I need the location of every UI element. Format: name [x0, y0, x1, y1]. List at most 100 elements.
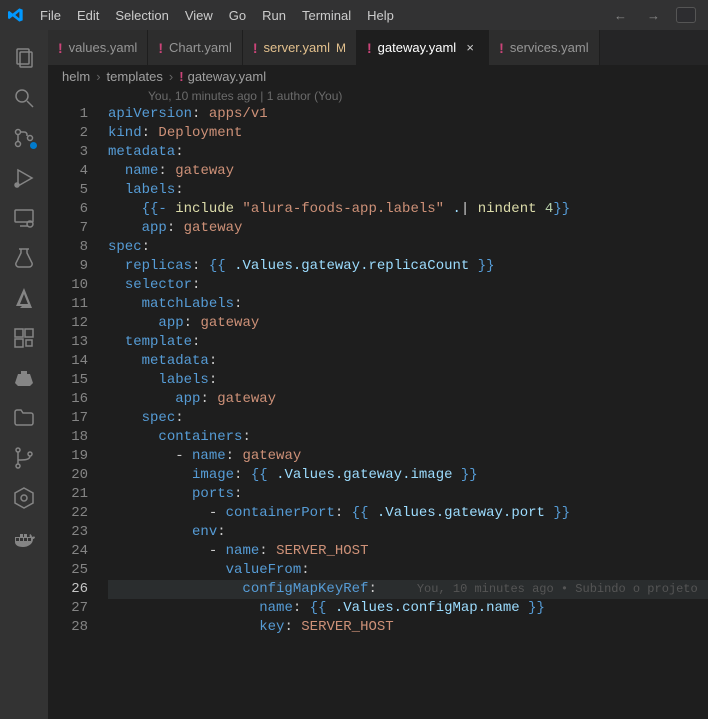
code-line[interactable]: labels:	[108, 181, 708, 200]
code-line[interactable]: app: gateway	[108, 314, 708, 333]
code-line[interactable]: configMapKeyRef:You, 10 minutes ago • Su…	[108, 580, 708, 599]
code-line[interactable]: - name: SERVER_HOST	[108, 542, 708, 561]
code-line[interactable]: spec:	[108, 409, 708, 428]
line-number: 25	[48, 561, 88, 580]
yaml-file-icon: !	[158, 40, 163, 56]
tab-label: services.yaml	[510, 40, 589, 55]
inline-git-blame: You, 10 minutes ago • Subindo o projeto	[377, 582, 698, 596]
code-line[interactable]: - name: gateway	[108, 447, 708, 466]
line-number: 7	[48, 219, 88, 238]
code-line[interactable]: {{- include "alura-foods-app.labels" .| …	[108, 200, 708, 219]
code-line[interactable]: kind: Deployment	[108, 124, 708, 143]
breadcrumb[interactable]: helm › templates › ! gateway.yaml	[48, 65, 708, 87]
tab-gateway-yaml[interactable]: !gateway.yaml×	[357, 30, 489, 65]
menu-item-go[interactable]: Go	[221, 0, 254, 30]
code-editor[interactable]: 1234567891011121314151617181920212223242…	[48, 105, 708, 719]
menu-item-run[interactable]: Run	[254, 0, 294, 30]
azure-icon[interactable]	[0, 278, 48, 318]
editor-area: ! values.yaml! Chart.yaml! server.yaml M! gat…	[48, 30, 708, 719]
code-line[interactable]: metadata:	[108, 143, 708, 162]
menu-item-edit[interactable]: Edit	[69, 0, 107, 30]
tab-label: values.yaml	[69, 40, 138, 55]
line-number: 15	[48, 371, 88, 390]
line-number: 2	[48, 124, 88, 143]
line-number: 23	[48, 523, 88, 542]
line-number: 1	[48, 105, 88, 124]
modified-indicator: M	[336, 41, 346, 55]
tab-server-yaml[interactable]: ! server.yaml M	[243, 30, 357, 65]
ship-icon[interactable]	[0, 358, 48, 398]
code-line[interactable]: - containerPort: {{ .Values.gateway.port…	[108, 504, 708, 523]
tab-label: server.yaml	[264, 40, 330, 55]
close-icon[interactable]: ×	[462, 40, 478, 56]
yaml-file-icon: !	[58, 40, 63, 56]
run-debug-icon[interactable]	[0, 158, 48, 198]
git-branch-icon[interactable]	[0, 438, 48, 478]
code-line[interactable]: app: gateway	[108, 390, 708, 409]
tab-Chart-yaml[interactable]: ! Chart.yaml	[148, 30, 243, 65]
source-control-icon[interactable]	[0, 118, 48, 158]
folder-icon[interactable]	[0, 398, 48, 438]
line-number: 27	[48, 599, 88, 618]
line-number: 21	[48, 485, 88, 504]
code-line[interactable]: key: SERVER_HOST	[108, 618, 708, 637]
menu-item-file[interactable]: File	[32, 0, 69, 30]
breadcrumb-part[interactable]: gateway.yaml	[188, 69, 267, 84]
code-line[interactable]: matchLabels:	[108, 295, 708, 314]
code-line[interactable]: name: gateway	[108, 162, 708, 181]
menu-item-help[interactable]: Help	[359, 0, 402, 30]
yaml-file-icon: !	[253, 40, 258, 56]
line-number: 22	[48, 504, 88, 523]
code-line[interactable]: ports:	[108, 485, 708, 504]
code-line[interactable]: containers:	[108, 428, 708, 447]
tab-values-yaml[interactable]: ! values.yaml	[48, 30, 148, 65]
layout-toggle-icon[interactable]	[676, 7, 696, 23]
line-number: 13	[48, 333, 88, 352]
code-line[interactable]: spec:	[108, 238, 708, 257]
line-number: 16	[48, 390, 88, 409]
title-bar: FileEditSelectionViewGoRunTerminalHelp ←…	[0, 0, 708, 30]
code-line[interactable]: apiVersion: apps/v1	[108, 105, 708, 124]
code-content[interactable]: apiVersion: apps/v1kind: Deploymentmetad…	[108, 105, 708, 719]
nav-forward-icon[interactable]: →	[643, 4, 664, 27]
nav-back-icon[interactable]: ←	[610, 4, 631, 27]
remote-explorer-icon[interactable]	[0, 198, 48, 238]
code-line[interactable]: template:	[108, 333, 708, 352]
tab-label: gateway.yaml	[378, 40, 457, 55]
chevron-right-icon: ›	[94, 69, 102, 84]
tab-services-yaml[interactable]: ! services.yaml	[489, 30, 599, 65]
line-number: 3	[48, 143, 88, 162]
line-number: 20	[48, 466, 88, 485]
breadcrumb-part[interactable]: templates	[107, 69, 163, 84]
line-number: 8	[48, 238, 88, 257]
line-number: 11	[48, 295, 88, 314]
code-line[interactable]: replicas: {{ .Values.gateway.replicaCoun…	[108, 257, 708, 276]
tab-label: Chart.yaml	[169, 40, 232, 55]
kubernetes-icon[interactable]	[0, 478, 48, 518]
menu-item-view[interactable]: View	[177, 0, 221, 30]
extensions-icon[interactable]	[0, 318, 48, 358]
code-line[interactable]: valueFrom:	[108, 561, 708, 580]
testing-icon[interactable]	[0, 238, 48, 278]
code-line[interactable]: labels:	[108, 371, 708, 390]
docker-icon[interactable]	[0, 518, 48, 558]
explorer-icon[interactable]	[0, 38, 48, 78]
menu-item-selection[interactable]: Selection	[107, 0, 176, 30]
line-number: 6	[48, 200, 88, 219]
menu-item-terminal[interactable]: Terminal	[294, 0, 359, 30]
line-number: 19	[48, 447, 88, 466]
line-number: 28	[48, 618, 88, 637]
yaml-file-icon: !	[179, 69, 183, 84]
yaml-file-icon: !	[499, 40, 504, 56]
line-number: 5	[48, 181, 88, 200]
code-line[interactable]: app: gateway	[108, 219, 708, 238]
line-number: 26	[48, 580, 88, 599]
code-line[interactable]: metadata:	[108, 352, 708, 371]
search-icon[interactable]	[0, 78, 48, 118]
code-line[interactable]: env:	[108, 523, 708, 542]
line-number: 9	[48, 257, 88, 276]
code-line[interactable]: image: {{ .Values.gateway.image }}	[108, 466, 708, 485]
code-line[interactable]: name: {{ .Values.configMap.name }}	[108, 599, 708, 618]
code-line[interactable]: selector:	[108, 276, 708, 295]
breadcrumb-part[interactable]: helm	[62, 69, 90, 84]
